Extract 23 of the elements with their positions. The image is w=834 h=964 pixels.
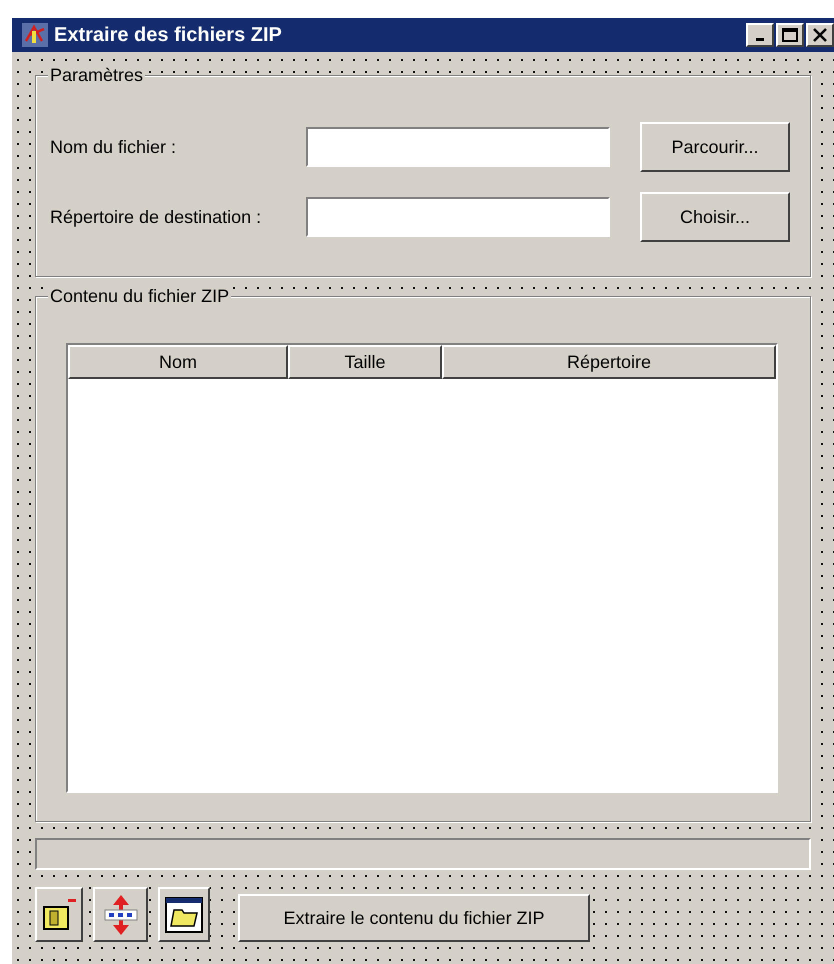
minimize-button[interactable] xyxy=(746,23,774,47)
tool-button[interactable] xyxy=(158,887,210,942)
browse-button[interactable]: Parcourir... xyxy=(640,122,790,172)
maximize-button[interactable] xyxy=(776,23,804,47)
window-title: Extraire des fichiers ZIP xyxy=(54,25,282,45)
column-header[interactable]: Répertoire xyxy=(442,345,776,379)
input-field[interactable] xyxy=(306,127,610,167)
folder-window-icon xyxy=(164,896,204,934)
close-icon xyxy=(813,28,827,42)
input-field[interactable] xyxy=(306,197,610,237)
minimize-icon xyxy=(756,38,764,40)
extract-button[interactable]: Extraire le contenu du fichier ZIP xyxy=(238,894,590,942)
field-label: Nom du fichier : xyxy=(50,136,178,158)
app-icon xyxy=(20,21,50,49)
folder-minus-icon xyxy=(40,896,78,932)
field-label: Répertoire de destination : xyxy=(50,206,262,229)
column-header[interactable]: Taille xyxy=(288,345,442,379)
column-header[interactable]: Nom xyxy=(68,345,288,379)
browse-button[interactable]: Choisir... xyxy=(640,192,790,242)
maximize-icon xyxy=(782,28,798,42)
tool-button[interactable] xyxy=(35,887,83,942)
close-button[interactable] xyxy=(806,23,834,47)
tool-button[interactable] xyxy=(93,887,148,942)
